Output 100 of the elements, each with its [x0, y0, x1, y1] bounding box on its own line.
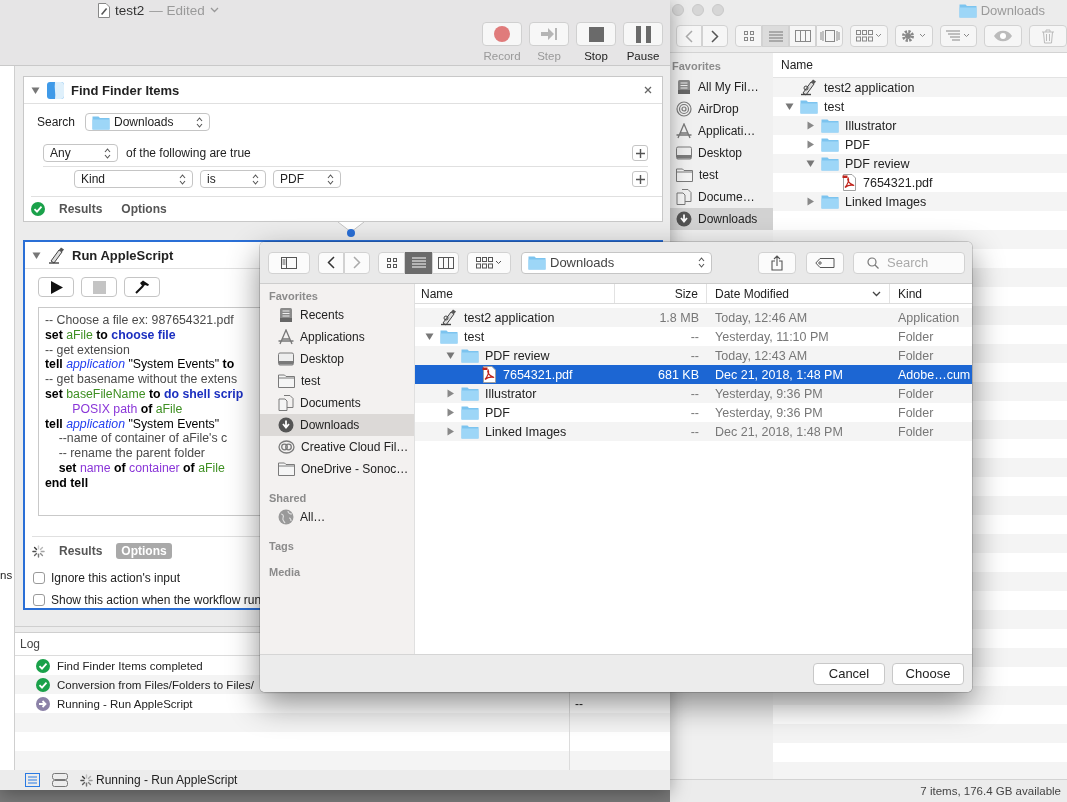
file-row[interactable]: PDF review -- Today, 12:43 AM Folder [415, 346, 972, 365]
column-header[interactable]: Kind [890, 284, 972, 303]
sidebar-item[interactable]: test [670, 164, 773, 186]
sidebar-item[interactable]: Downloads [260, 414, 414, 436]
sidebar-item[interactable]: Desktop [670, 142, 773, 164]
trash-icon [1041, 28, 1056, 44]
sidebar-item[interactable]: Applications [260, 326, 414, 348]
search-field[interactable]: Search [853, 251, 965, 274]
operator-popup[interactable]: is [200, 170, 266, 188]
add-button[interactable] [632, 171, 648, 187]
sidebar-item[interactable]: Documents [260, 392, 414, 414]
checkbox[interactable] [33, 594, 45, 606]
disclosure-triangle-icon[interactable] [31, 85, 40, 95]
disclosure-triangle-icon[interactable] [446, 389, 455, 398]
view-mode-button[interactable] [405, 251, 432, 274]
add-button[interactable] [632, 145, 648, 161]
window-control-dot[interactable] [712, 4, 724, 16]
tab[interactable]: Results [54, 543, 108, 559]
column-header[interactable]: Name [415, 284, 615, 303]
share-button[interactable] [758, 251, 796, 274]
disclosure-triangle-icon[interactable] [806, 159, 815, 168]
quick-look-button[interactable] [984, 25, 1023, 47]
location-popup[interactable]: Downloads [85, 113, 211, 131]
sidebar-item[interactable]: Docume… [670, 186, 773, 208]
tab[interactable]: Results [54, 201, 108, 217]
sidebar-item[interactable]: AirDrop [670, 98, 773, 120]
sidebar-item[interactable]: All My Fil… [670, 76, 773, 98]
sidebar-item[interactable]: Downloads [670, 208, 773, 230]
sidebar-heading: Shared [268, 491, 308, 506]
file-name[interactable]: 7654321.pdf [863, 175, 933, 190]
file-name[interactable]: Illustrator [845, 118, 897, 133]
duration-text: -- [575, 696, 583, 711]
file-name[interactable]: test [824, 99, 845, 114]
window-control-dot[interactable] [672, 4, 684, 16]
stop-button[interactable] [81, 277, 117, 297]
sidebar-toggle-button[interactable] [268, 251, 310, 274]
action-card[interactable]: Find Finder Items Search Downloads Any of the following are true Kind is PDF Results Options [23, 76, 663, 222]
action-menu-button[interactable] [894, 25, 933, 47]
match-popup[interactable]: Any [43, 144, 118, 162]
checkbox-label[interactable]: Show this action when the workflow run [51, 593, 262, 607]
checkbox[interactable] [33, 572, 45, 584]
dialog-button[interactable]: Choose [892, 662, 964, 685]
disclosure-triangle-icon[interactable] [425, 332, 434, 341]
disclosure-triangle-icon[interactable] [32, 250, 41, 260]
file-row[interactable]: 7654321.pdf 681 KB Dec 21, 2018, 1:48 PM Adobe…cum [415, 365, 972, 384]
hammer-icon [134, 280, 150, 294]
file-name[interactable]: PDF review [845, 156, 910, 171]
sidebar-item[interactable]: Applicati… [670, 120, 773, 142]
location-popup[interactable]: Downloads [521, 251, 712, 274]
sidebar-item[interactable]: Recents [260, 304, 414, 326]
checkbox-label[interactable]: Ignore this action's input [51, 571, 181, 585]
field-popup[interactable]: Kind [74, 170, 193, 188]
back-button[interactable] [318, 251, 344, 274]
code-line: -- get extension [45, 342, 130, 358]
trash-button[interactable] [1029, 25, 1067, 47]
dialog-button[interactable]: Cancel [813, 662, 885, 685]
file-row[interactable]: test -- Yesterday, 11:10 PM Folder [415, 327, 972, 346]
file-row[interactable]: PDF -- Yesterday, 9:36 PM Folder [415, 403, 972, 422]
arrange-button[interactable] [467, 251, 511, 274]
file-row[interactable]: Illustrator -- Yesterday, 9:36 PM Folder [415, 384, 972, 403]
folder-icon [821, 156, 839, 171]
sidebar-item[interactable]: All… [260, 506, 414, 528]
forward-button[interactable] [702, 25, 728, 47]
disclosure-triangle-icon[interactable] [446, 351, 455, 360]
sidebar-heading: Media [268, 565, 302, 580]
disclosure-triangle-icon[interactable] [785, 102, 794, 111]
window-control-dot[interactable] [692, 4, 704, 16]
file-row[interactable]: test2 application 1.8 MB Today, 12:46 AM Application [415, 308, 972, 327]
arrange-button[interactable] [850, 25, 888, 47]
connector-notch [336, 222, 366, 240]
chevron-down-icon[interactable] [209, 7, 219, 13]
run-button[interactable] [38, 277, 74, 297]
disclosure-triangle-icon[interactable] [806, 140, 815, 149]
file-name[interactable]: PDF [845, 137, 870, 152]
split-view-icon[interactable] [52, 773, 68, 787]
back-button[interactable] [676, 25, 702, 47]
column-header[interactable]: Date Modified [707, 284, 890, 303]
column-header[interactable]: Size [615, 284, 707, 303]
log-entry: Conversion from Files/Folders to Files/ [57, 678, 254, 691]
file-row[interactable]: Linked Images -- Dec 21, 2018, 1:48 PM Folder [415, 422, 972, 441]
sidebar-heading: Favorites [671, 60, 722, 74]
sidebar-item[interactable]: OneDrive - Sonoc… [260, 458, 414, 480]
desktop-icon [278, 352, 294, 366]
desktop-icon [676, 146, 692, 160]
sidebar-item[interactable]: test [260, 370, 414, 392]
disclosure-triangle-icon[interactable] [446, 408, 455, 417]
sort-menu-button[interactable] [939, 25, 978, 47]
sidebar-item[interactable]: Creative Cloud Fil… [260, 436, 414, 458]
chevron-left-icon [685, 29, 693, 43]
tag-button[interactable] [806, 251, 844, 274]
disclosure-triangle-icon[interactable] [806, 121, 815, 130]
disclosure-triangle-icon[interactable] [806, 197, 815, 206]
log-list-icon[interactable] [25, 773, 40, 787]
compile-button[interactable] [124, 277, 160, 297]
step-arrow-icon [540, 27, 558, 41]
value-popup[interactable]: PDF [273, 170, 341, 188]
tab[interactable]: Options [116, 201, 172, 217]
close-button[interactable] [642, 84, 654, 96]
sidebar-item[interactable]: Desktop [260, 348, 414, 370]
disclosure-triangle-icon[interactable] [446, 427, 455, 436]
